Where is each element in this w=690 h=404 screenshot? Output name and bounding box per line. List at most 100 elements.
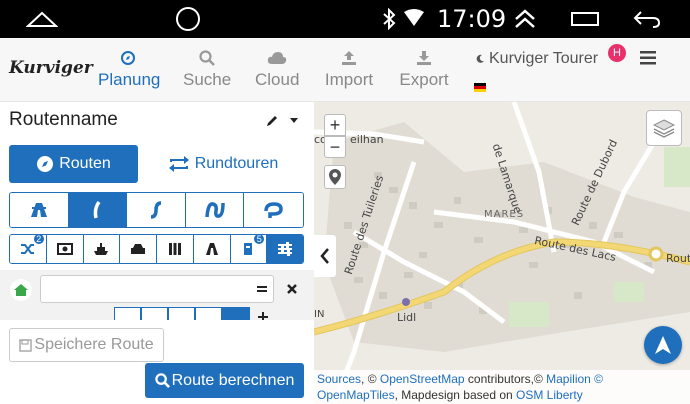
tab-cloud[interactable]: Cloud — [255, 46, 299, 90]
toll-option[interactable] — [46, 235, 84, 263]
locate-button[interactable] — [324, 165, 346, 189]
rundtouren-label: Rundtouren — [194, 155, 279, 172]
floppy-disk-icon — [19, 338, 33, 352]
settings-sliders-option[interactable] — [267, 235, 303, 263]
map-label-in: IN — [314, 309, 325, 320]
collapse-panel-button[interactable] — [314, 235, 336, 277]
film-strip-icon — [168, 243, 181, 255]
layers-button[interactable] — [646, 110, 682, 146]
sources-link[interactable]: Sources — [317, 372, 361, 386]
circle-nav-icon[interactable] — [175, 6, 201, 32]
car-option[interactable] — [120, 235, 157, 263]
map-label-lidl: Lidl — [397, 311, 417, 324]
account-button[interactable]: Kurviger Tourer — [475, 50, 598, 68]
ferry-icon — [94, 243, 109, 255]
layers-icon — [653, 119, 675, 138]
zoom-in-button[interactable]: + — [324, 114, 346, 136]
back-icon[interactable] — [633, 9, 661, 29]
more-badge: 5 — [253, 235, 266, 245]
bluetooth-icon — [383, 8, 396, 30]
curviness-selector — [9, 192, 304, 228]
zoom-out-button[interactable]: − — [324, 136, 346, 158]
tab-label: Cloud — [255, 70, 300, 89]
osm-liberty-link[interactable]: OSM Liberty — [516, 388, 583, 402]
search-icon — [154, 373, 170, 388]
attribution-contributors: contributors,© — [464, 372, 547, 386]
pencil-icon[interactable] — [265, 114, 279, 128]
map-view[interactable]: de Lamarque Route de Dubord Route des Tu… — [314, 102, 690, 404]
compass-icon — [37, 156, 54, 172]
ferry-option[interactable] — [83, 235, 121, 263]
mapilion-link[interactable]: Mapilion © — [546, 372, 603, 386]
osm-link[interactable]: OpenStreetMap — [380, 372, 465, 386]
add-icon[interactable] — [258, 312, 268, 320]
status-bar: 17:09 — [0, 0, 690, 38]
waypoint-option[interactable] — [195, 307, 222, 320]
calculate-route-label: Route berechnen — [171, 371, 295, 389]
waypoint-option[interactable] — [222, 307, 250, 320]
kurviger-logo[interactable]: Kurviger — [9, 58, 93, 78]
route-panel: Routenname Routen Rundtouren 2 5 Speiche… — [0, 102, 314, 404]
curve-icon — [150, 201, 162, 219]
shuffle-badge: 2 — [32, 235, 45, 245]
tab-label: Planung — [98, 70, 161, 89]
more-options[interactable]: 5 — [230, 235, 268, 263]
money-icon — [56, 243, 73, 255]
app-header: Kurviger Planung Suche Cloud Import Expo… — [0, 38, 690, 102]
moon-icon — [476, 54, 484, 63]
account-name: Kurviger Tourer — [489, 50, 599, 67]
caret-down-icon[interactable] — [290, 118, 298, 123]
map-attribution: Sources, © OpenStreetMap contributors,© … — [314, 370, 690, 404]
map-label-mares: MARES — [484, 209, 525, 220]
shuffle-option[interactable]: 2 — [10, 235, 47, 263]
sliders-icon — [278, 242, 293, 256]
fast-option[interactable] — [68, 193, 128, 227]
close-icon[interactable] — [287, 284, 297, 294]
tab-label: Suche — [183, 70, 232, 89]
navigate-button[interactable] — [644, 326, 682, 364]
save-route-label: Speichere Route — [34, 336, 154, 353]
waypoint-option[interactable] — [168, 307, 195, 320]
tab-suche[interactable]: Suche — [183, 46, 231, 90]
save-route-button[interactable]: Speichere Route — [9, 328, 164, 362]
notification-badge[interactable]: H — [608, 44, 626, 62]
tab-planung[interactable]: Planung — [98, 46, 161, 90]
tab-export[interactable]: Export — [399, 46, 449, 90]
highway-option[interactable] — [10, 193, 69, 227]
navigation-arrow-icon — [655, 336, 671, 354]
slight-curve-icon — [94, 201, 101, 219]
chevron-left-icon — [320, 248, 329, 264]
caret-up-nav-icon[interactable] — [26, 9, 58, 29]
double-curve-icon — [204, 202, 225, 218]
home-marker[interactable] — [10, 279, 32, 301]
curvy-option[interactable] — [127, 193, 186, 227]
avoid-options: 2 5 — [9, 234, 304, 264]
waypoint-option[interactable] — [114, 307, 141, 320]
tunnel-option[interactable] — [157, 235, 194, 263]
waypoint-option[interactable] — [141, 307, 168, 320]
winding-curve-icon — [263, 202, 283, 218]
rundtouren-mode-button[interactable]: Rundtouren — [162, 147, 284, 181]
attribution-mapdesign: , Mapdesign based on — [394, 388, 517, 402]
search-icon — [199, 50, 215, 66]
hamburger-menu-icon[interactable] — [640, 51, 656, 65]
recent-apps-icon[interactable] — [570, 11, 600, 27]
tab-label: Export — [399, 70, 449, 89]
german-flag-icon[interactable] — [474, 83, 486, 92]
waypoint-input[interactable] — [40, 275, 274, 303]
calculate-route-button[interactable]: Route berechnen — [145, 363, 304, 398]
tab-import[interactable]: Import — [324, 46, 374, 90]
compass-icon — [121, 51, 135, 65]
double-chevron-up-icon[interactable] — [513, 7, 537, 31]
routen-mode-button[interactable]: Routen — [9, 145, 138, 183]
cloud-icon — [267, 52, 287, 64]
extra-curvy-option[interactable] — [185, 193, 245, 227]
attribution-text: , © — [361, 372, 380, 386]
openmaptiles-link[interactable]: OpenMapTiles — [317, 388, 395, 402]
map-pin-icon — [329, 169, 341, 185]
curviest-option[interactable] — [244, 193, 303, 227]
drag-handle-icon[interactable] — [257, 286, 267, 292]
unpaved-option[interactable] — [193, 235, 231, 263]
route-name[interactable]: Routenname — [9, 109, 118, 131]
wifi-icon — [404, 9, 424, 26]
